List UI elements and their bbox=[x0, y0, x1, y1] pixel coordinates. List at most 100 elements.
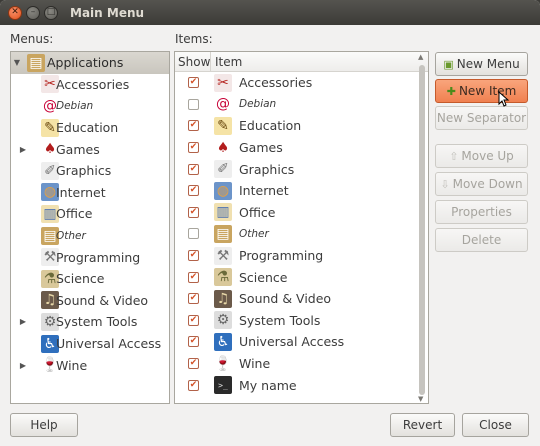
show-column-header[interactable]: Show bbox=[175, 52, 211, 71]
show-checkbox[interactable]: ✔ bbox=[188, 271, 199, 283]
tree-item-label: Games bbox=[56, 141, 100, 157]
tree-item-system-tools[interactable]: ▶ ⚙ System Tools bbox=[11, 311, 169, 333]
tree-item-office[interactable]: ▥ Office bbox=[11, 203, 169, 225]
item-label: Accessories bbox=[239, 75, 313, 91]
expander-right-icon[interactable]: ▶ bbox=[18, 361, 28, 370]
new-separator-label: New Separator bbox=[436, 111, 527, 125]
item-label: Wine bbox=[239, 356, 271, 372]
item-label: Programming bbox=[239, 248, 324, 264]
science-icon: ⚗ bbox=[214, 268, 232, 287]
item-label: Sound & Video bbox=[239, 291, 332, 307]
item-row[interactable]: ✔ ◍ Internet bbox=[175, 180, 428, 202]
item-row[interactable]: ✔ ⚙ System Tools bbox=[175, 310, 428, 332]
help-button[interactable]: Help bbox=[10, 413, 78, 437]
tree-item-label: Office bbox=[56, 206, 93, 222]
delete-label: Delete bbox=[461, 233, 502, 247]
tree-item-programming[interactable]: ⚒ Programming bbox=[11, 246, 169, 268]
new-menu-button[interactable]: ▣ New Menu bbox=[435, 52, 528, 76]
system-tools-icon: ⚙ bbox=[214, 311, 232, 330]
education-icon: ✎ bbox=[214, 116, 232, 135]
item-row[interactable]: ✔ ♿ Universal Access bbox=[175, 331, 428, 353]
properties-button[interactable]: Properties bbox=[435, 200, 528, 224]
item-row[interactable]: ✔ ♠ Games bbox=[175, 137, 428, 159]
expander-right-icon[interactable]: ▶ bbox=[18, 145, 28, 154]
internet-icon: ◍ bbox=[214, 181, 232, 200]
new-separator-button[interactable]: New Separator bbox=[435, 106, 528, 130]
window-title: Main Menu bbox=[70, 5, 145, 20]
new-item-button[interactable]: ✚ New Item bbox=[435, 79, 528, 103]
arrow-down-icon: ⇩ bbox=[440, 177, 450, 191]
delete-button[interactable]: Delete bbox=[435, 228, 528, 252]
show-checkbox[interactable] bbox=[188, 98, 199, 110]
tree-item-universal-access[interactable]: ♿ Universal Access bbox=[11, 333, 169, 355]
item-row[interactable]: ▤ Other bbox=[175, 223, 428, 245]
show-checkbox[interactable]: ✔ bbox=[188, 120, 199, 132]
minimize-window-icon[interactable]: – bbox=[26, 5, 40, 20]
item-row[interactable]: ✔ ▥ Office bbox=[175, 202, 428, 224]
item-row[interactable]: @ Debian bbox=[175, 94, 428, 116]
tree-item-accessories[interactable]: ✂ Accessories bbox=[11, 74, 169, 96]
tree-item-label: Debian bbox=[56, 99, 94, 112]
item-row[interactable]: ✔ >_ My name bbox=[175, 374, 428, 396]
show-checkbox[interactable]: ✔ bbox=[188, 336, 199, 348]
accessories-icon: ✂ bbox=[214, 73, 232, 92]
tree-item-education[interactable]: ✎ Education bbox=[11, 117, 169, 139]
scroll-down-icon[interactable]: ▼ bbox=[418, 395, 423, 403]
tree-item-label: Graphics bbox=[56, 163, 112, 179]
item-row[interactable]: ✔ ♫ Sound & Video bbox=[175, 288, 428, 310]
show-checkbox[interactable]: ✔ bbox=[188, 142, 199, 154]
item-row[interactable]: ✔ ✂ Accessories bbox=[175, 72, 428, 94]
item-row[interactable]: ✔ ✐ Graphics bbox=[175, 158, 428, 180]
tree-item-graphics[interactable]: ✐ Graphics bbox=[11, 160, 169, 182]
show-checkbox[interactable]: ✔ bbox=[188, 250, 199, 262]
tree-item-label: Wine bbox=[56, 357, 88, 373]
show-checkbox[interactable]: ✔ bbox=[188, 379, 199, 391]
move-down-label: Move Down bbox=[452, 177, 523, 191]
universal-access-icon: ♿ bbox=[214, 332, 232, 351]
show-checkbox[interactable]: ✔ bbox=[188, 163, 199, 175]
show-checkbox[interactable]: ✔ bbox=[188, 185, 199, 197]
tree-item-debian[interactable]: @ Debian bbox=[11, 95, 169, 117]
show-checkbox[interactable]: ✔ bbox=[188, 206, 199, 218]
scroll-thumb[interactable] bbox=[419, 65, 425, 395]
show-checkbox[interactable]: ✔ bbox=[188, 77, 199, 89]
tree-item-wine[interactable]: ▶ 🍷 Wine bbox=[11, 354, 169, 376]
show-checkbox[interactable] bbox=[188, 228, 199, 240]
expander-right-icon[interactable]: ▶ bbox=[18, 317, 28, 326]
show-checkbox[interactable]: ✔ bbox=[188, 293, 199, 305]
terminal-icon: >_ bbox=[214, 376, 232, 395]
tree-item-games[interactable]: ▶ ♠ Games bbox=[11, 138, 169, 160]
item-row[interactable]: ✔ ⚒ Programming bbox=[175, 245, 428, 267]
item-row[interactable]: ✔ ✎ Education bbox=[175, 115, 428, 137]
item-label: Universal Access bbox=[239, 334, 345, 350]
tree-item-applications[interactable]: ▼ ▤ Applications bbox=[11, 52, 169, 74]
close-button[interactable]: Close bbox=[462, 413, 529, 437]
item-row[interactable]: ✔ 🍷 Wine bbox=[175, 353, 428, 375]
items-scrollbar[interactable]: ▲ ▼ bbox=[417, 53, 427, 403]
tree-item-science[interactable]: ⚗ Science bbox=[11, 268, 169, 290]
expander-down-icon[interactable]: ▼ bbox=[12, 58, 22, 67]
sound-video-icon: ♫ bbox=[214, 289, 232, 308]
show-checkbox[interactable]: ✔ bbox=[188, 358, 199, 370]
revert-button[interactable]: Revert bbox=[390, 413, 455, 437]
tree-item-label: Science bbox=[56, 271, 105, 287]
properties-label: Properties bbox=[451, 205, 512, 219]
items-header: Show Item bbox=[175, 52, 428, 72]
office-icon: ▥ bbox=[214, 203, 232, 222]
tree-item-internet[interactable]: ◍ Internet bbox=[11, 182, 169, 204]
tree-item-label: Sound & Video bbox=[56, 292, 149, 308]
tree-item-label: Universal Access bbox=[56, 336, 162, 352]
tree-item-other[interactable]: ▤ Other bbox=[11, 225, 169, 247]
maximize-window-icon[interactable]: □ bbox=[44, 5, 58, 20]
move-down-button[interactable]: ⇩ Move Down bbox=[435, 172, 528, 196]
move-up-button[interactable]: ⇧ Move Up bbox=[435, 144, 528, 168]
show-checkbox[interactable]: ✔ bbox=[188, 314, 199, 326]
tree-item-sound-video[interactable]: ♫ Sound & Video bbox=[11, 290, 169, 312]
item-row[interactable]: ✔ ⚗ Science bbox=[175, 266, 428, 288]
close-window-icon[interactable]: ✕ bbox=[8, 5, 22, 20]
revert-label: Revert bbox=[402, 418, 443, 432]
item-label: Other bbox=[239, 227, 269, 240]
tree-item-label: Education bbox=[56, 120, 119, 136]
scroll-up-icon[interactable]: ▲ bbox=[418, 53, 423, 61]
item-column-header[interactable]: Item bbox=[211, 55, 242, 69]
